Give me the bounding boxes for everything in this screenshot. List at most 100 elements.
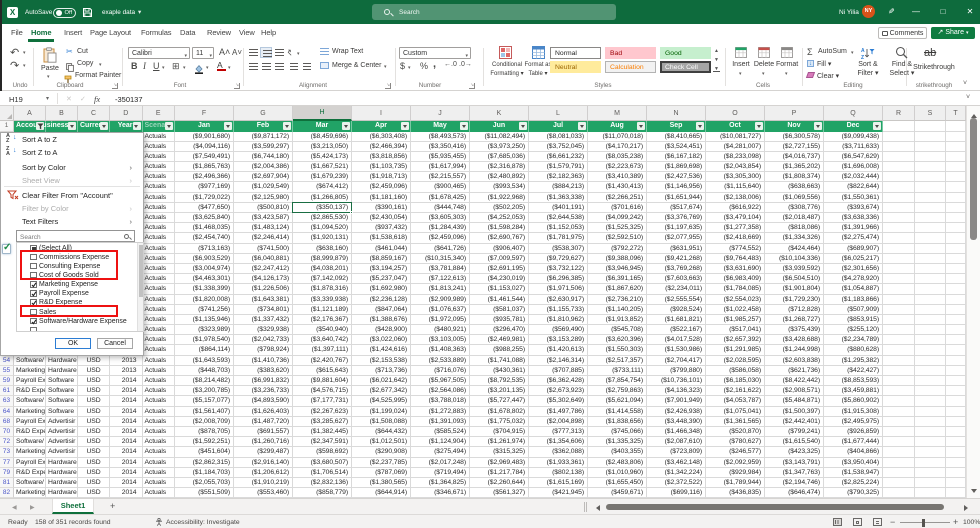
cell-Gv7[interactable]: ($2,125,980)	[234, 192, 293, 203]
cell-Ov17[interactable]: ($2,554,023)	[706, 294, 765, 305]
delete-cells-button[interactable]: Delete ▾	[753, 46, 775, 84]
cell-F70[interactable]: ($878,705)	[175, 427, 234, 438]
align-top-icon[interactable]	[247, 47, 259, 58]
save-icon[interactable]	[82, 7, 92, 17]
cell-Q63[interactable]: ($5,860,902)	[824, 396, 883, 407]
cell-Iv15[interactable]: ($5,237,047)	[352, 274, 411, 285]
cell-M70[interactable]: ($745,066)	[588, 427, 647, 438]
column-header-N[interactable]: N	[647, 106, 706, 121]
cell-S81[interactable]	[915, 477, 946, 489]
cancel-formula-icon[interactable]: ✕	[66, 95, 72, 103]
cell-Hv1[interactable]: ($8,459,696)	[293, 131, 352, 142]
cell-Qv21[interactable]: ($2,234,789)	[824, 335, 883, 346]
cell-Gv6[interactable]: ($1,029,549)	[234, 182, 293, 193]
cell-M81[interactable]: ($1,655,450)	[588, 477, 647, 489]
cell-A79[interactable]: R&D Expe	[14, 467, 46, 478]
cell-Mv15[interactable]: ($6,391,165)	[588, 274, 647, 285]
zoom-in-button[interactable]: +	[953, 517, 958, 527]
mar-filter-icon[interactable]	[342, 122, 350, 131]
table-header-jul[interactable]: Jul	[529, 121, 588, 132]
alignment-dialog-launcher-icon[interactable]	[385, 82, 391, 89]
cell-Tv18[interactable]	[946, 304, 966, 315]
cell-Kv5[interactable]: ($2,480,892)	[470, 172, 529, 183]
cell-H55[interactable]: ($615,643)	[293, 365, 352, 377]
cell-Fv20[interactable]: ($323,989)	[175, 325, 234, 336]
sort-filter-button[interactable]: A Z Sort & Filter ▾	[852, 46, 884, 84]
font-dialog-launcher-icon[interactable]	[234, 82, 240, 89]
cell-R54[interactable]	[883, 355, 915, 366]
workbook-title-caret-icon[interactable]: ▾	[138, 8, 141, 16]
cell-Pv18[interactable]: ($712,828)	[765, 304, 824, 315]
cell-C59[interactable]: USD	[78, 376, 110, 387]
cell-Qv14[interactable]: ($2,301,656)	[824, 263, 883, 275]
cell-Kv19[interactable]: ($935,781)	[470, 314, 529, 326]
cell-Nv14[interactable]: ($3,769,268)	[647, 263, 706, 275]
cell-Rv5[interactable]	[883, 172, 915, 183]
cell-Hv9[interactable]: ($2,865,530)	[293, 213, 352, 224]
cell-Pv22[interactable]: ($1,244,998)	[765, 345, 824, 356]
cell-Pv7[interactable]: ($1,069,556)	[765, 192, 824, 203]
cell-Iv7[interactable]: ($1,181,160)	[352, 192, 411, 203]
cell-Fv3[interactable]: ($7,549,491)	[175, 151, 234, 163]
cell-J77[interactable]: ($2,017,248)	[411, 457, 470, 468]
cell-G70[interactable]: ($691,557)	[234, 427, 293, 438]
styles-scroll-up-icon[interactable]: ▲	[714, 48, 719, 54]
cell-Iv16[interactable]: ($1,692,980)	[352, 284, 411, 295]
cell-F73[interactable]: ($451,604)	[175, 447, 234, 458]
cell-Rv20[interactable]	[883, 325, 915, 336]
cell-Iv14[interactable]: ($3,194,257)	[352, 263, 411, 275]
cell-Sv15[interactable]	[915, 274, 946, 285]
cell-E68[interactable]: Actuals	[142, 416, 175, 427]
table-header-aug[interactable]: Aug	[588, 121, 647, 132]
cell-Tv4[interactable]	[946, 162, 966, 173]
cell-J82[interactable]: ($346,671)	[411, 488, 470, 498]
cell-N82[interactable]: ($699,116)	[647, 488, 706, 498]
cell-style-normal[interactable]: Normal	[550, 47, 601, 59]
filter-item-marketing-expense[interactable]: Marketing Expense	[17, 280, 143, 289]
cell-Iv19[interactable]: ($1,388,676)	[352, 314, 411, 326]
clipboard-dialog-launcher-icon[interactable]	[112, 82, 118, 89]
cell-Lv17[interactable]: ($2,630,917)	[529, 294, 588, 305]
orientation-caret-icon[interactable]: ▾	[297, 51, 300, 57]
cell-C77[interactable]: USD	[78, 457, 110, 468]
comma-style-icon[interactable]: ,	[433, 58, 436, 70]
cell-Lv1[interactable]: ($8,081,033)	[529, 131, 588, 142]
cell-Qv8[interactable]: ($393,674)	[824, 202, 883, 214]
cell-M68[interactable]: ($1,838,656)	[588, 416, 647, 427]
cell-Pv2[interactable]: ($2,727,155)	[765, 141, 824, 152]
cell-Gv15[interactable]: ($4,126,173)	[234, 274, 293, 285]
cell-Sv14[interactable]	[915, 263, 946, 275]
underline-icon[interactable]: U	[153, 61, 160, 71]
minimize-button[interactable]: —	[903, 0, 929, 24]
cell-Q54[interactable]: ($1,295,382)	[824, 355, 883, 366]
cell-D63[interactable]: 2014	[110, 396, 143, 407]
cell-Hv16[interactable]: ($1,878,316)	[293, 284, 352, 295]
cell-H68[interactable]: ($3,285,627)	[293, 416, 352, 427]
cell-Qv4[interactable]: ($1,696,008)	[824, 162, 883, 173]
cell-Lv20[interactable]: ($569,490)	[529, 325, 588, 336]
cell-E72[interactable]: Actuals	[142, 437, 175, 448]
cell-Jv13[interactable]: ($10,315,340)	[411, 253, 470, 264]
cell-Q61[interactable]: ($3,459,881)	[824, 386, 883, 397]
table-header-jun[interactable]: Jun	[470, 121, 529, 132]
cell-F59[interactable]: ($8,214,482)	[175, 376, 234, 387]
autosave-toggle[interactable]: Off	[53, 7, 76, 18]
cell-S72[interactable]	[915, 437, 946, 448]
copy-caret-icon[interactable]: ▾	[99, 62, 102, 68]
cell-A73[interactable]: Marketing	[14, 447, 46, 458]
cell-K64[interactable]: ($1,678,802)	[470, 406, 529, 417]
row-header-81[interactable]: 81	[0, 477, 14, 489]
scroll-down-icon[interactable]	[970, 489, 977, 493]
column-header-H[interactable]: H	[293, 106, 352, 121]
cell-Kv8[interactable]: ($502,205)	[470, 202, 529, 214]
cell-Hv22[interactable]: ($1,397,111)	[293, 345, 352, 356]
tab-insert[interactable]: Insert	[64, 28, 82, 37]
cell-C73[interactable]: USD	[78, 447, 110, 458]
cell-Rv17[interactable]	[883, 294, 915, 305]
cell-Nv9[interactable]: ($3,376,769)	[647, 213, 706, 224]
cell-Jv2[interactable]: ($3,350,416)	[411, 141, 470, 152]
cell-Kv1[interactable]: ($11,082,494)	[470, 131, 529, 142]
cell-Jv22[interactable]: ($1,408,363)	[411, 345, 470, 356]
insert-cells-button[interactable]: Insert ▾	[730, 46, 752, 84]
cell-N64[interactable]: ($2,426,938)	[647, 406, 706, 417]
